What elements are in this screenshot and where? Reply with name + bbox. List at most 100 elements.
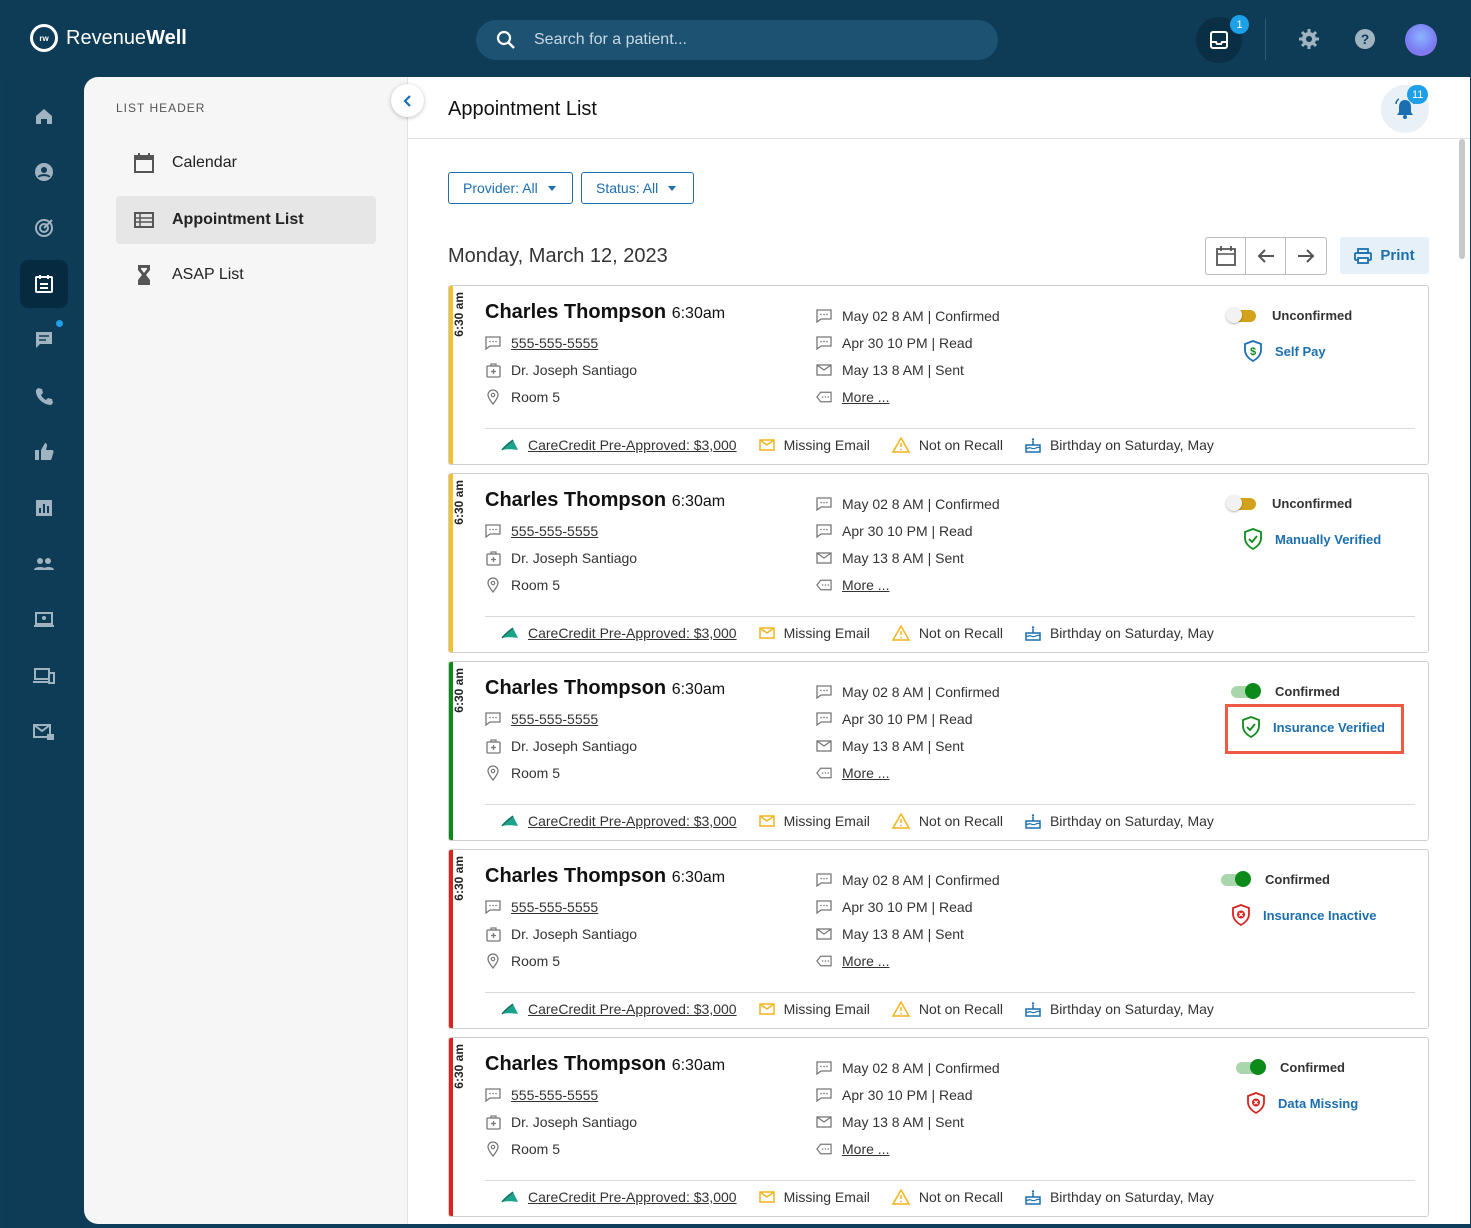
patient-name[interactable]: Charles Thompson 6:30am <box>485 489 725 512</box>
patient-phone[interactable]: 555-555-5555 <box>485 711 598 727</box>
insurance-status[interactable]: Data Missing <box>1246 1092 1358 1114</box>
insurance-status[interactable]: Insurance Verified <box>1241 716 1385 738</box>
appointment-card[interactable]: 6:30 am Charles Thompson 6:30am 555-555-… <box>448 661 1429 841</box>
patient-name[interactable]: Charles Thompson 6:30am <box>485 1053 725 1076</box>
birthday-tag: Birthday on Saturday, May <box>1025 1001 1214 1017</box>
room-name: Room 5 <box>485 953 560 969</box>
date-navigation <box>1205 237 1327 275</box>
rail-target-icon[interactable] <box>20 204 68 252</box>
patient-name[interactable]: Charles Thompson 6:30am <box>485 677 725 700</box>
patient-name[interactable]: Charles Thompson 6:30am <box>485 865 725 888</box>
insurance-status[interactable]: $ Self Pay <box>1243 340 1326 362</box>
toggle-switch[interactable] <box>1226 494 1256 511</box>
confirmation-toggle[interactable]: Confirmed <box>1236 1058 1345 1075</box>
status-filter[interactable]: Status: All <box>581 172 694 204</box>
chat-bubble-icon <box>816 308 832 324</box>
time-vertical: 6:30 am <box>452 480 466 525</box>
logo-text-light: Revenue <box>66 26 147 49</box>
left-rail <box>4 77 84 1228</box>
appointment-time: 6:30am <box>671 869 726 886</box>
carecredit-tag[interactable]: CareCredit Pre-Approved: $3,000 <box>501 1001 737 1017</box>
toggle-switch[interactable] <box>1236 1058 1266 1075</box>
appointment-card[interactable]: 6:30 am Charles Thompson 6:30am 555-555-… <box>448 1037 1429 1217</box>
notifications-button[interactable]: 11 <box>1381 85 1429 133</box>
confirmation-toggle[interactable]: Unconfirmed <box>1226 494 1352 511</box>
toggle-switch[interactable] <box>1221 870 1251 887</box>
rail-home-icon[interactable] <box>20 92 68 140</box>
rail-laptop-icon[interactable] <box>20 596 68 644</box>
rail-chat-icon[interactable] <box>20 316 68 364</box>
carecredit-tag[interactable]: CareCredit Pre-Approved: $3,000 <box>501 813 737 829</box>
rail-phone-icon[interactable] <box>20 372 68 420</box>
missing-email-tag: Missing Email <box>758 625 870 641</box>
revenuewell-logo[interactable]: rw Revenue Well <box>30 24 187 52</box>
event-sent: May 13 8 AM | Sent <box>816 1114 964 1130</box>
nav-item-appointment-list[interactable]: Appointment List <box>116 196 376 244</box>
appointment-card[interactable]: 6:30 am Charles Thompson 6:30am 555-555-… <box>448 285 1429 465</box>
scrollbar[interactable] <box>1459 139 1465 259</box>
rail-thumbs-up-icon[interactable] <box>20 428 68 476</box>
caret-down-icon <box>668 185 677 191</box>
more-link[interactable]: More ... <box>816 389 889 405</box>
provider-name: Dr. Joseph Santiago <box>485 926 637 942</box>
chat-bubble-icon <box>485 523 501 539</box>
previous-day-button[interactable] <box>1246 238 1286 274</box>
date-picker-button[interactable] <box>1206 238 1246 274</box>
rail-mail-lock-icon[interactable] <box>20 708 68 756</box>
location-pin-icon <box>485 1141 501 1157</box>
patient-phone[interactable]: 555-555-5555 <box>485 1087 598 1103</box>
user-avatar[interactable] <box>1405 24 1437 56</box>
appointment-card[interactable]: 6:30 am Charles Thompson 6:30am 555-555-… <box>448 849 1429 1029</box>
more-link[interactable]: More ... <box>816 1141 889 1157</box>
collapse-panel-button[interactable] <box>391 84 424 117</box>
more-link[interactable]: More ... <box>816 765 889 781</box>
time-vertical: 6:30 am <box>452 856 466 901</box>
confirmation-toggle[interactable]: Confirmed <box>1221 870 1330 887</box>
chat-bubble-icon <box>816 899 832 915</box>
carecredit-tag[interactable]: CareCredit Pre-Approved: $3,000 <box>501 1189 737 1205</box>
rail-appointments-icon[interactable] <box>20 260 68 308</box>
chat-bubble-icon <box>816 1060 832 1076</box>
nav-item-calendar[interactable]: Calendar <box>116 139 376 187</box>
carecredit-tag[interactable]: CareCredit Pre-Approved: $3,000 <box>501 625 737 641</box>
settings-gear-icon[interactable] <box>1298 28 1320 50</box>
patient-phone[interactable]: 555-555-5555 <box>485 523 598 539</box>
chat-bubble-icon <box>485 711 501 727</box>
patient-phone[interactable]: 555-555-5555 <box>485 899 598 915</box>
time-vertical: 6:30 am <box>452 1044 466 1089</box>
date-heading: Monday, March 12, 2023 <box>448 245 668 267</box>
toggle-switch[interactable] <box>1231 682 1261 699</box>
confirmation-toggle[interactable]: Confirmed <box>1231 682 1340 699</box>
missing-email-tag: Missing Email <box>758 1001 870 1017</box>
appointment-card[interactable]: 6:30 am Charles Thompson 6:30am 555-555-… <box>448 473 1429 653</box>
inbox-button[interactable]: 1 <box>1196 15 1249 63</box>
more-link[interactable]: More ... <box>816 577 889 593</box>
more-link[interactable]: More ... <box>816 953 889 969</box>
rail-devices-icon[interactable] <box>20 652 68 700</box>
medical-bag-icon <box>485 362 501 378</box>
logo-mark-icon: rw <box>30 24 58 52</box>
envelope-icon <box>816 550 832 566</box>
toggle-switch[interactable] <box>1226 306 1256 323</box>
card-divider <box>485 992 1415 993</box>
next-day-button[interactable] <box>1286 238 1326 274</box>
insurance-status[interactable]: Manually Verified <box>1243 528 1381 550</box>
provider-filter[interactable]: Provider: All <box>448 172 573 204</box>
rail-group-icon[interactable] <box>20 540 68 588</box>
carecredit-tag[interactable]: CareCredit Pre-Approved: $3,000 <box>501 437 737 453</box>
patient-search-input[interactable]: Search for a patient... <box>476 20 998 60</box>
list-sidebar: LIST HEADER Calendar Appointment List AS… <box>84 77 408 1224</box>
print-button[interactable]: Print <box>1340 237 1429 274</box>
rail-report-icon[interactable] <box>20 484 68 532</box>
room-name: Room 5 <box>485 577 560 593</box>
appointment-time: 6:30am <box>671 305 726 322</box>
insurance-status[interactable]: Insurance Inactive <box>1231 904 1376 926</box>
location-pin-icon <box>485 953 501 969</box>
nav-item-asap-list[interactable]: ASAP List <box>116 251 376 299</box>
confirmation-toggle[interactable]: Unconfirmed <box>1226 306 1352 323</box>
help-icon[interactable]: ? <box>1354 28 1376 50</box>
patient-name[interactable]: Charles Thompson 6:30am <box>485 301 725 324</box>
patient-phone[interactable]: 555-555-5555 <box>485 335 598 351</box>
rail-account-icon[interactable] <box>20 148 68 196</box>
svg-text:$: $ <box>1250 346 1256 358</box>
